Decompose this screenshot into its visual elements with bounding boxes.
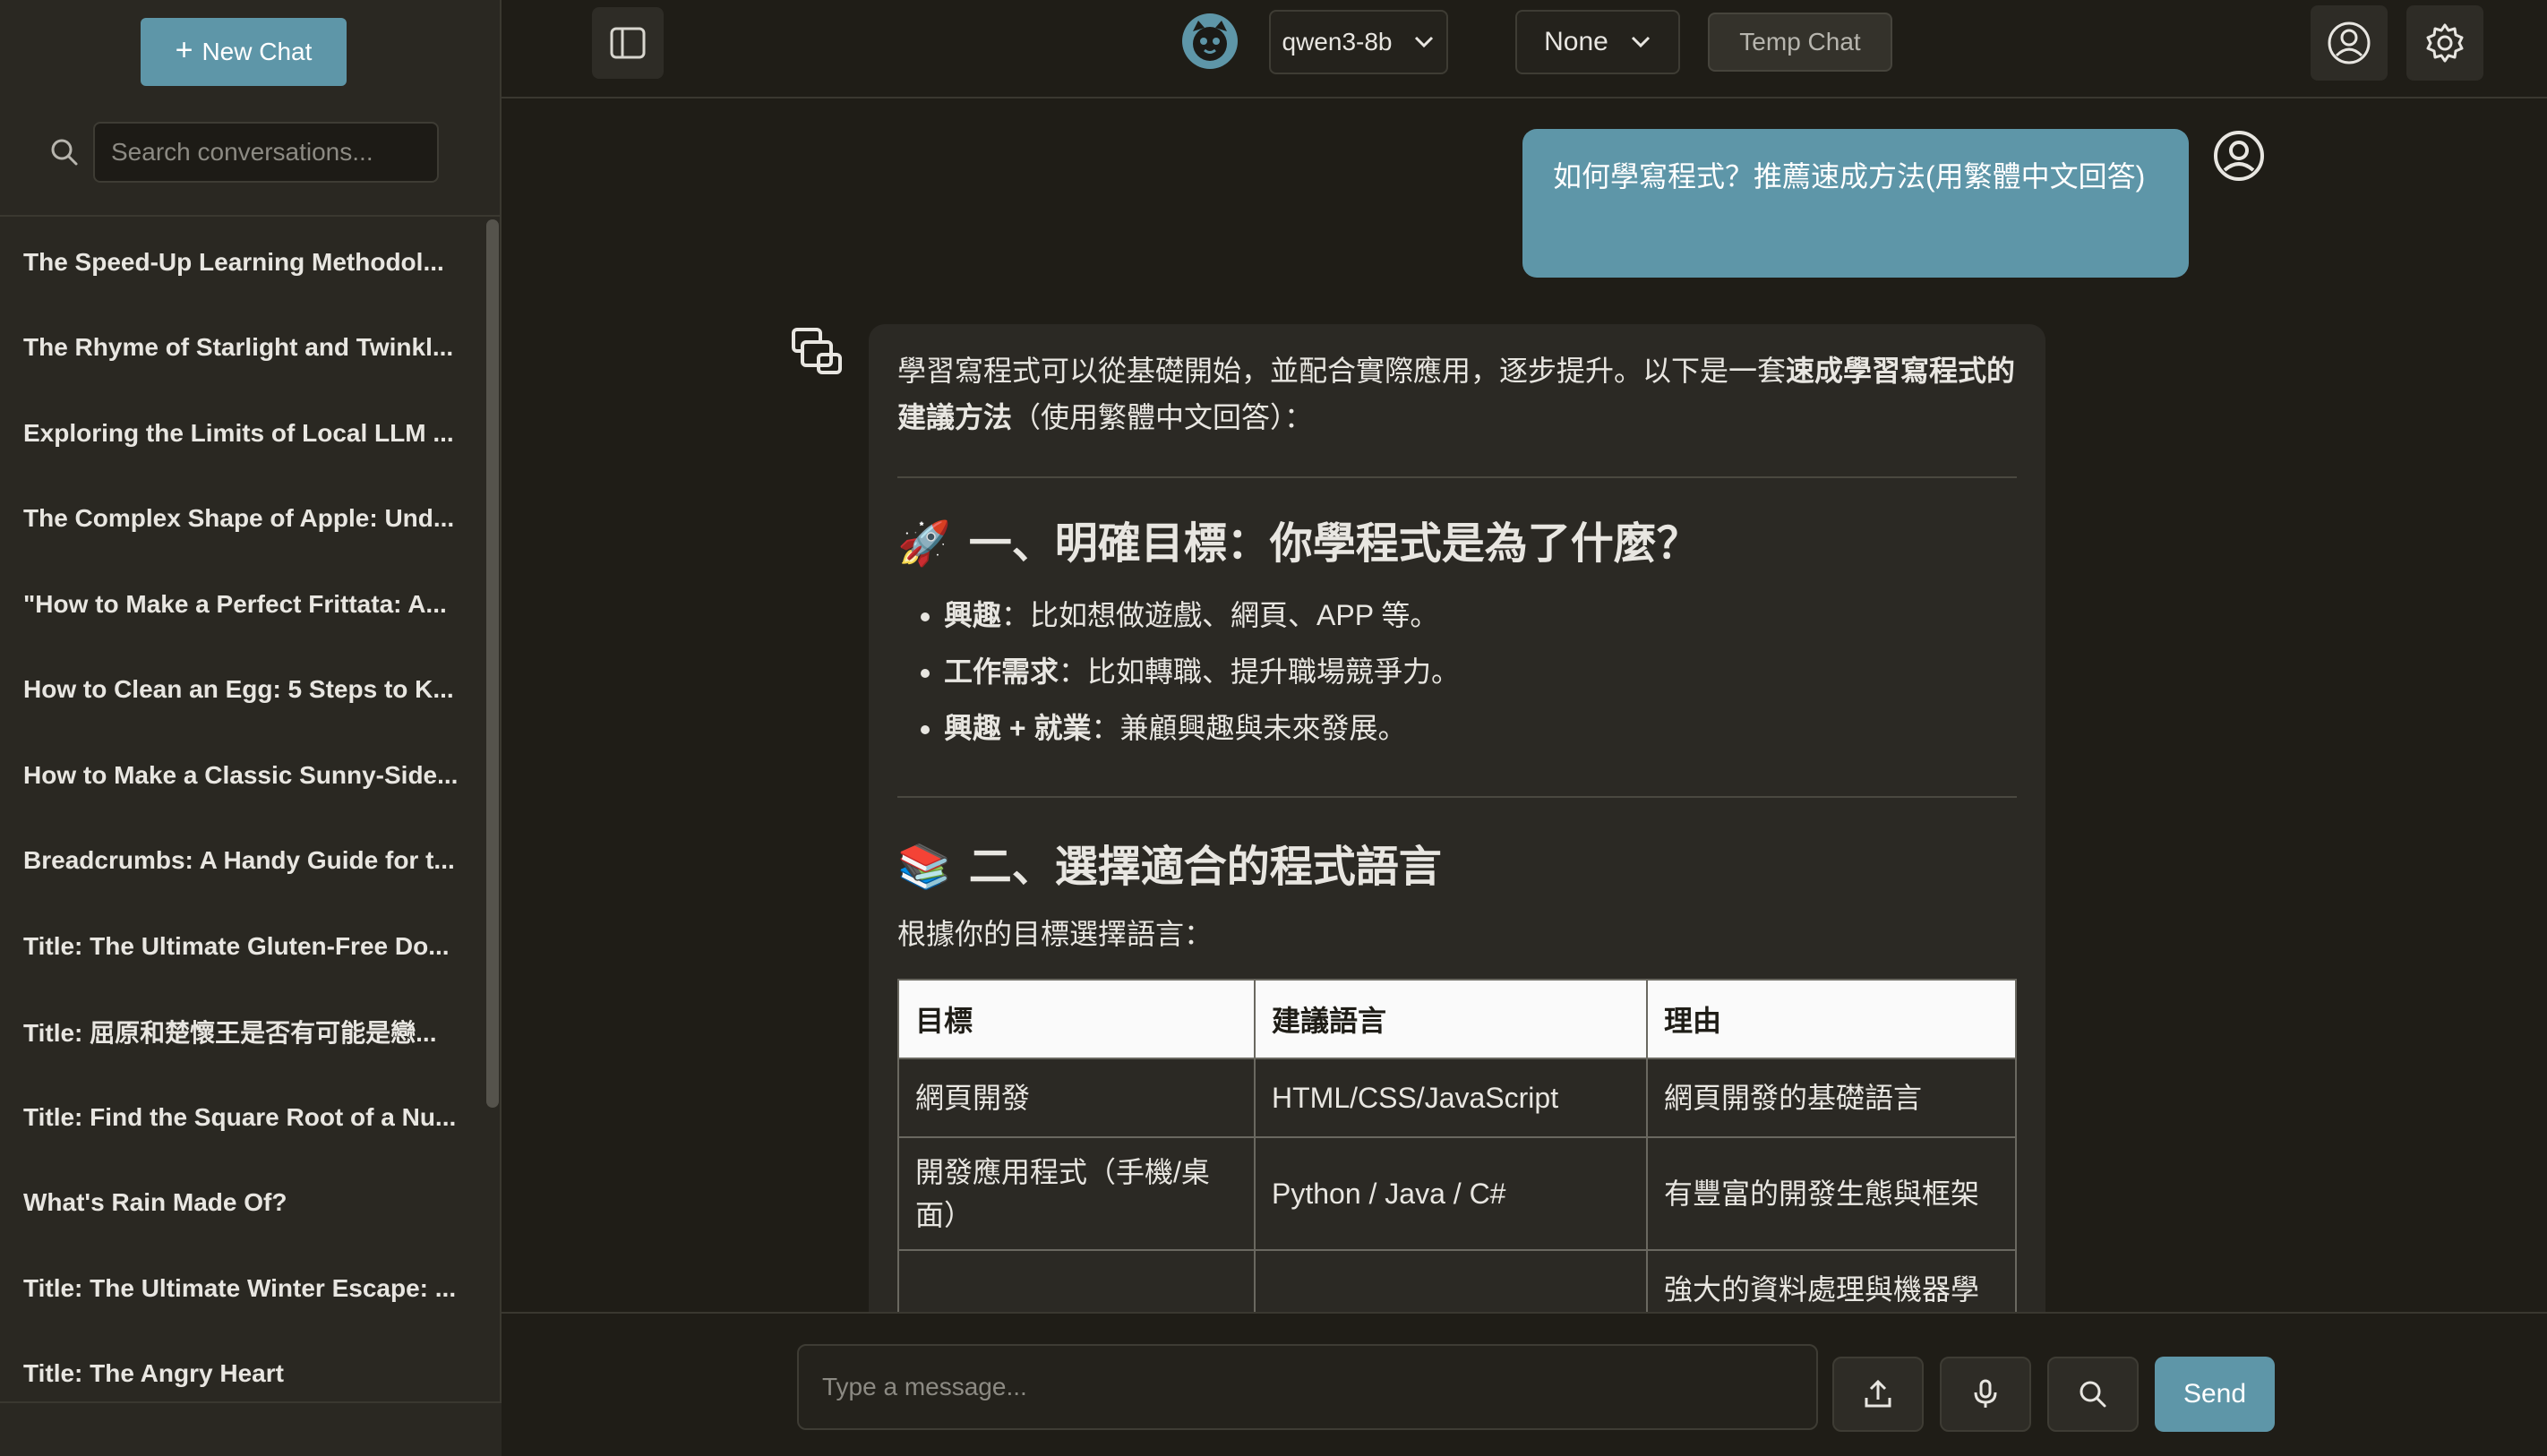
conversation-item[interactable]: How to Clean an Egg: 5 Steps to K... [0, 647, 484, 733]
table-header: 目標 [897, 979, 1256, 1059]
conversation-item[interactable]: Breadcrumbs: A Handy Guide for t... [0, 818, 484, 904]
sidebar-panel-icon [608, 23, 647, 63]
chat-area: 如何學寫程式？推薦速成方法(用繁體中文回答) 學習寫程式可以從基礎開始，並配合實… [502, 98, 2547, 1312]
conversation-item[interactable]: Title: 屈原和楚懷王是否有可能是戀... [0, 989, 484, 1075]
list-item: 工作需求：比如轉職、提升職場競爭力。 [944, 644, 2017, 700]
conversation-item[interactable]: Exploring the Limits of Local LLM ... [0, 390, 484, 476]
assistant-intro: 學習寫程式可以從基礎開始，並配合實際應用，逐步提升。以下是一套速成學習寫程式的建… [897, 347, 2017, 441]
conversation-list: The Speed-Up Learning Methodol... The Rh… [0, 219, 484, 1401]
model-name: qwen3-8b [1282, 28, 1393, 56]
web-search-button[interactable] [2047, 1357, 2139, 1432]
assistant-message: 學習寫程式可以從基礎開始，並配合實際應用，逐步提升。以下是一套速成學習寫程式的建… [869, 324, 2045, 1312]
chevron-down-icon [1413, 35, 1435, 49]
microphone-icon [1969, 1378, 2002, 1410]
table-cell: HTML/CSS/JavaScript [1254, 1058, 1648, 1138]
table-cell: 網頁開發 [897, 1058, 1256, 1138]
search-icon [2077, 1378, 2109, 1410]
table-cell: Python / Java / C# [1254, 1136, 1648, 1251]
message-input[interactable] [797, 1344, 1818, 1430]
list-item-text: ：比如想做遊戲、網頁、APP 等。 [1001, 599, 1439, 631]
table-row: 強大的資料處理與機器學 [897, 1249, 2017, 1312]
section-heading: 📚 二、選擇適合的程式語言 [897, 841, 2017, 895]
voice-input-button[interactable] [1940, 1357, 2031, 1432]
conversation-search [47, 122, 441, 184]
preset-selector[interactable]: None [1515, 10, 1680, 74]
conversation-item[interactable]: The Rhyme of Starlight and Twinkl... [0, 305, 484, 391]
conversation-item[interactable]: Title: Find the Square Root of a Nu... [0, 1075, 484, 1161]
new-chat-label: New Chat [202, 38, 313, 65]
table-cell [897, 1249, 1256, 1312]
list-item-bold: 興趣 [944, 599, 1002, 631]
table-header-row: 目標 建議語言 理由 [897, 979, 2017, 1059]
gear-icon [2423, 21, 2466, 64]
search-icon [47, 134, 82, 170]
intro-text: 學習寫程式可以從基礎開始，並配合實際應用，逐步提升。以下是一套 [897, 355, 1787, 387]
chevron-down-icon [1630, 35, 1651, 49]
conversation-item[interactable]: The Complex Shape of Apple: Und... [0, 476, 484, 562]
conversation-item[interactable]: What's Rain Made Of? [0, 1161, 484, 1246]
plus-icon: + [175, 33, 193, 67]
assistant-avatar-icon [788, 322, 845, 380]
list-item-text: ：比如轉職、提升職場競爭力。 [1059, 655, 1461, 688]
list-item: 興趣：比如想做遊戲、網頁、APP 等。 [944, 587, 2017, 644]
table-header: 建議語言 [1254, 979, 1648, 1059]
model-selector[interactable]: qwen3-8b [1269, 10, 1448, 74]
conversation-item[interactable]: Title: The Ultimate Gluten-Free Do... [0, 904, 484, 989]
list-item-bold: 工作需求 [944, 655, 1059, 688]
conversation-item[interactable]: How to Make a Classic Sunny-Side... [0, 732, 484, 818]
send-button[interactable]: Send [2155, 1357, 2275, 1432]
books-icon: 📚 [897, 844, 951, 891]
temp-chat-button[interactable]: Temp Chat [1708, 13, 1892, 72]
user-circle-icon [2326, 20, 2372, 66]
table-cell: 強大的資料處理與機器學 [1646, 1249, 2017, 1312]
table-cell [1254, 1249, 1648, 1312]
intro-suffix-text: （使用繁體中文回答）： [1012, 401, 1314, 433]
list-item: 興趣 + 就業：兼顧興趣與未來發展。 [944, 700, 2017, 757]
divider [897, 796, 2017, 798]
upload-icon [1862, 1378, 1894, 1410]
new-chat-button[interactable]: + New Chat [141, 18, 347, 86]
table-cell: 開發應用程式（手機/桌面） [897, 1136, 1256, 1251]
table-row: 網頁開發 HTML/CSS/JavaScript 網頁開發的基礎語言 [897, 1058, 2017, 1138]
table-cell: 有豐富的開發生態與框架 [1646, 1136, 2017, 1251]
message-composer: Send [502, 1312, 2547, 1454]
settings-button[interactable] [2406, 5, 2483, 81]
user-profile-button[interactable] [2311, 5, 2388, 81]
user-message: 如何學寫程式？推薦速成方法(用繁體中文回答) [1522, 129, 2189, 278]
conversation-item[interactable]: Title: The Angry Heart [0, 1332, 484, 1402]
goal-list: 興趣：比如想做遊戲、網頁、APP 等。 工作需求：比如轉職、提升職場競爭力。 興… [897, 587, 2017, 757]
sidebar-footer [0, 1401, 502, 1456]
user-avatar-icon [2212, 129, 2266, 183]
upload-button[interactable] [1832, 1357, 1924, 1432]
section-title: 二、選擇適合的程式語言 [968, 844, 1442, 891]
sidebar-scrollbar[interactable] [486, 219, 499, 1108]
list-item-bold: 興趣 + 就業 [944, 712, 1092, 744]
search-input[interactable] [93, 122, 439, 183]
top-bar: qwen3-8b None Temp Chat [502, 0, 2547, 98]
table-row: 開發應用程式（手機/桌面） Python / Java / C# 有豐富的開發生… [897, 1136, 2017, 1251]
conversation-item[interactable]: Title: The Ultimate Winter Escape: ... [0, 1246, 484, 1332]
table-header: 理由 [1646, 979, 2017, 1059]
divider [897, 476, 2017, 478]
conversation-item[interactable]: The Speed-Up Learning Methodol... [0, 219, 484, 305]
model-avatar-icon [1180, 12, 1239, 71]
sidebar-divider [0, 215, 502, 217]
rocket-icon: 🚀 [897, 520, 951, 568]
section-lead: 根據你的目標選擇語言： [897, 918, 1213, 950]
table-cell: 網頁開發的基礎語言 [1646, 1058, 2017, 1138]
sidebar: + New Chat The Speed-Up Learning Methodo… [0, 0, 502, 1456]
conversation-item[interactable]: "How to Make a Perfect Frittata: A... [0, 561, 484, 647]
preset-name: None [1544, 27, 1608, 56]
section-heading: 🚀 一、明確目標：你學程式是為了什麼？ [897, 518, 2017, 571]
language-table: 目標 建議語言 理由 網頁開發 HTML/CSS/JavaScript 網頁開發… [897, 979, 2017, 1312]
list-item-text: ：兼顧興趣與未來發展。 [1091, 712, 1407, 744]
section-title: 一、明確目標：你學程式是為了什麼？ [968, 520, 1700, 568]
toggle-sidebar-button[interactable] [592, 7, 664, 79]
